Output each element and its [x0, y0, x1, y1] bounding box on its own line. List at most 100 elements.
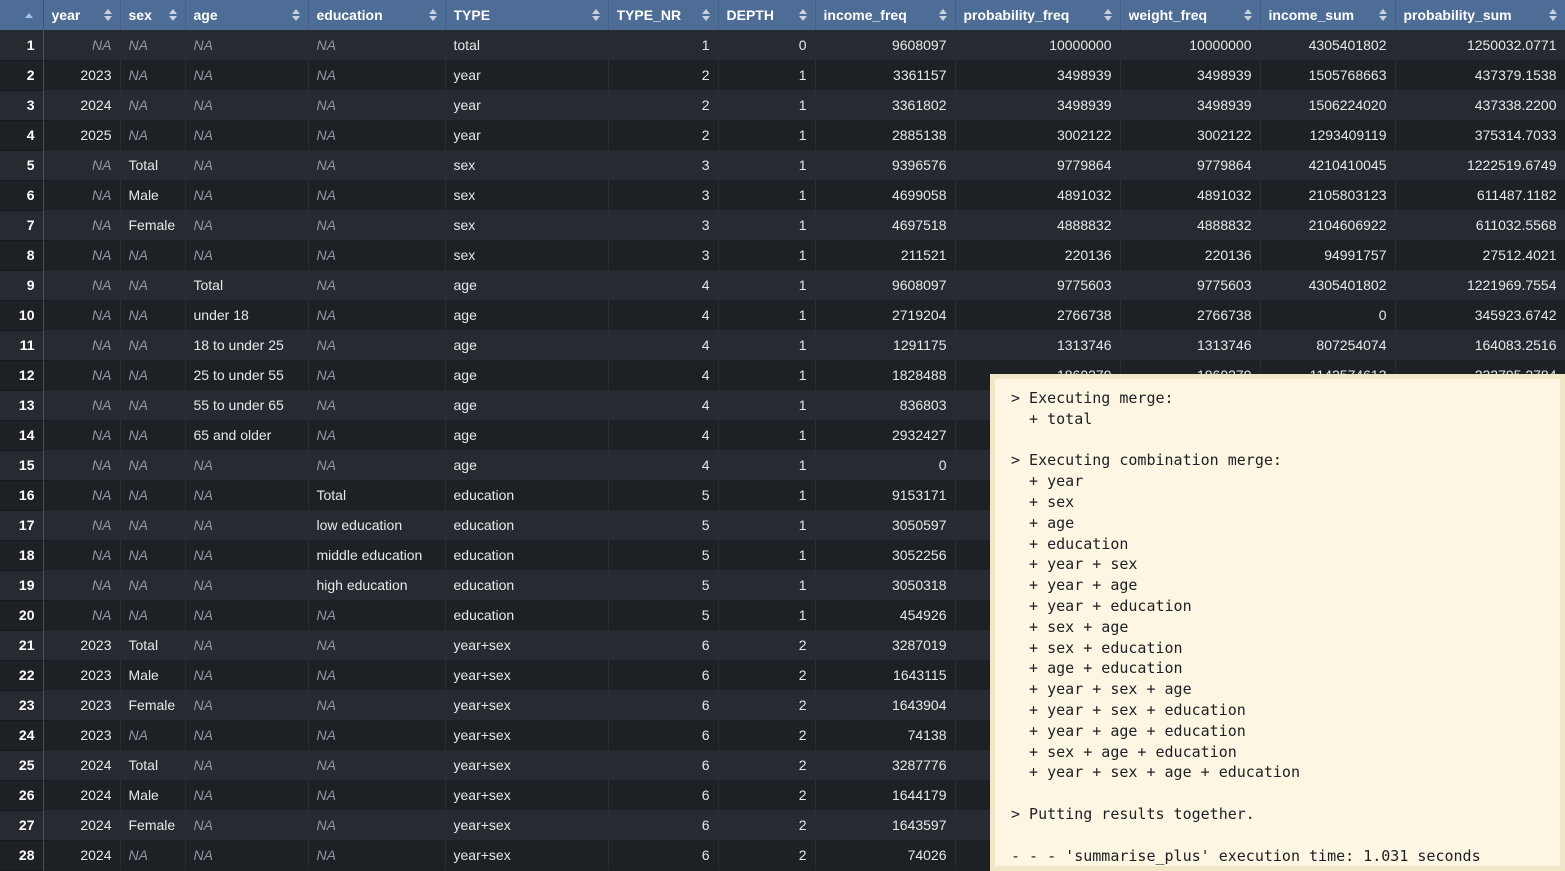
column-header-income_sum[interactable]: income_sum: [1260, 0, 1395, 30]
sort-arrows-icon: [1379, 9, 1387, 21]
cell-depth: 1: [718, 540, 815, 570]
column-header-education[interactable]: education: [308, 0, 445, 30]
cell-education: NA: [308, 450, 445, 480]
column-header-year[interactable]: year: [43, 0, 120, 30]
cell-depth: 1: [718, 600, 815, 630]
cell-probability_sum: 375314.7033: [1395, 120, 1565, 150]
cell-education: NA: [308, 270, 445, 300]
cell-income_freq: 4699058: [815, 180, 955, 210]
column-header-label: DEPTH: [727, 7, 774, 23]
row-number: 2: [0, 60, 43, 90]
table-row: 5NATotalNANAsex3193965769779864977986442…: [0, 150, 1565, 180]
column-header-age[interactable]: age: [185, 0, 308, 30]
cell-education: low education: [308, 510, 445, 540]
cell-year: 2024: [43, 840, 120, 870]
cell-income_sum: 807254074: [1260, 330, 1395, 360]
cell-type: year+sex: [445, 810, 608, 840]
cell-year: 2024: [43, 810, 120, 840]
cell-probability_sum: 611032.5568: [1395, 210, 1565, 240]
cell-income_freq: 74026: [815, 840, 955, 870]
column-header-type[interactable]: TYPE: [445, 0, 608, 30]
cell-year: NA: [43, 330, 120, 360]
cell-type: education: [445, 540, 608, 570]
cell-probability_sum: 437338.2200: [1395, 90, 1565, 120]
cell-year: 2023: [43, 660, 120, 690]
cell-weight_freq: 3002122: [1120, 120, 1260, 150]
cell-education: NA: [308, 150, 445, 180]
cell-type_nr: 6: [608, 690, 718, 720]
column-header-sex[interactable]: sex: [120, 0, 185, 30]
sort-arrows-icon: [292, 9, 300, 21]
cell-weight_freq: 1313746: [1120, 330, 1260, 360]
cell-income_sum: 1293409119: [1260, 120, 1395, 150]
cell-income_freq: 1291175: [815, 330, 955, 360]
cell-probability_sum: 345923.6742: [1395, 300, 1565, 330]
cell-depth: 2: [718, 720, 815, 750]
table-row: 22023NANANAyear2133611573498939349893915…: [0, 60, 1565, 90]
column-header-depth[interactable]: DEPTH: [718, 0, 815, 30]
cell-income_freq: 4697518: [815, 210, 955, 240]
cell-depth: 0: [718, 30, 815, 60]
cell-depth: 1: [718, 420, 815, 450]
cell-income_sum: 4305401802: [1260, 270, 1395, 300]
cell-age: NA: [185, 630, 308, 660]
cell-type_nr: 4: [608, 360, 718, 390]
cell-income_freq: 1643904: [815, 690, 955, 720]
row-number: 19: [0, 570, 43, 600]
cell-type: year+sex: [445, 840, 608, 870]
cell-sex: NA: [120, 90, 185, 120]
column-header-label: TYPE_NR: [617, 7, 682, 23]
column-header-income_freq[interactable]: income_freq: [815, 0, 955, 30]
cell-type_nr: 4: [608, 450, 718, 480]
cell-type_nr: 6: [608, 750, 718, 780]
cell-sex: Male: [120, 180, 185, 210]
cell-education: NA: [308, 390, 445, 420]
cell-year: NA: [43, 360, 120, 390]
cell-probability_sum: 437379.1538: [1395, 60, 1565, 90]
cell-depth: 1: [718, 480, 815, 510]
cell-type_nr: 4: [608, 330, 718, 360]
sort-arrows-icon: [702, 9, 710, 21]
cell-age: NA: [185, 540, 308, 570]
sort-arrows-icon: [104, 9, 112, 21]
cell-income_sum: 1505768663: [1260, 60, 1395, 90]
cell-age: NA: [185, 120, 308, 150]
cell-year: 2024: [43, 750, 120, 780]
sort-arrows-icon: [429, 9, 437, 21]
row-number: 8: [0, 240, 43, 270]
cell-depth: 1: [718, 300, 815, 330]
cell-type: age: [445, 360, 608, 390]
cell-type: sex: [445, 210, 608, 240]
cell-type_nr: 2: [608, 60, 718, 90]
cell-income_sum: 1506224020: [1260, 90, 1395, 120]
row-number: 6: [0, 180, 43, 210]
cell-year: NA: [43, 390, 120, 420]
cell-education: NA: [308, 30, 445, 60]
cell-income_sum: 94991757: [1260, 240, 1395, 270]
cell-age: NA: [185, 810, 308, 840]
cell-income_freq: 1828488: [815, 360, 955, 390]
row-number-header[interactable]: [0, 0, 43, 30]
cell-year: NA: [43, 540, 120, 570]
column-header-probability_sum[interactable]: probability_sum: [1395, 0, 1565, 30]
cell-age: NA: [185, 150, 308, 180]
cell-age: NA: [185, 60, 308, 90]
row-number: 23: [0, 690, 43, 720]
cell-education: NA: [308, 180, 445, 210]
cell-age: NA: [185, 690, 308, 720]
cell-year: NA: [43, 420, 120, 450]
table-row: 42025NANANAyear2128851383002122300212212…: [0, 120, 1565, 150]
cell-depth: 2: [718, 630, 815, 660]
cell-probability_freq: 3498939: [955, 60, 1120, 90]
cell-sex: NA: [120, 840, 185, 870]
column-header-weight_freq[interactable]: weight_freq: [1120, 0, 1260, 30]
cell-depth: 1: [718, 120, 815, 150]
cell-income_freq: 211521: [815, 240, 955, 270]
cell-weight_freq: 9775603: [1120, 270, 1260, 300]
cell-type: year+sex: [445, 780, 608, 810]
cell-income_sum: 4305401802: [1260, 30, 1395, 60]
column-header-type_nr[interactable]: TYPE_NR: [608, 0, 718, 30]
row-number: 25: [0, 750, 43, 780]
cell-year: 2025: [43, 120, 120, 150]
column-header-probability_freq[interactable]: probability_freq: [955, 0, 1120, 30]
